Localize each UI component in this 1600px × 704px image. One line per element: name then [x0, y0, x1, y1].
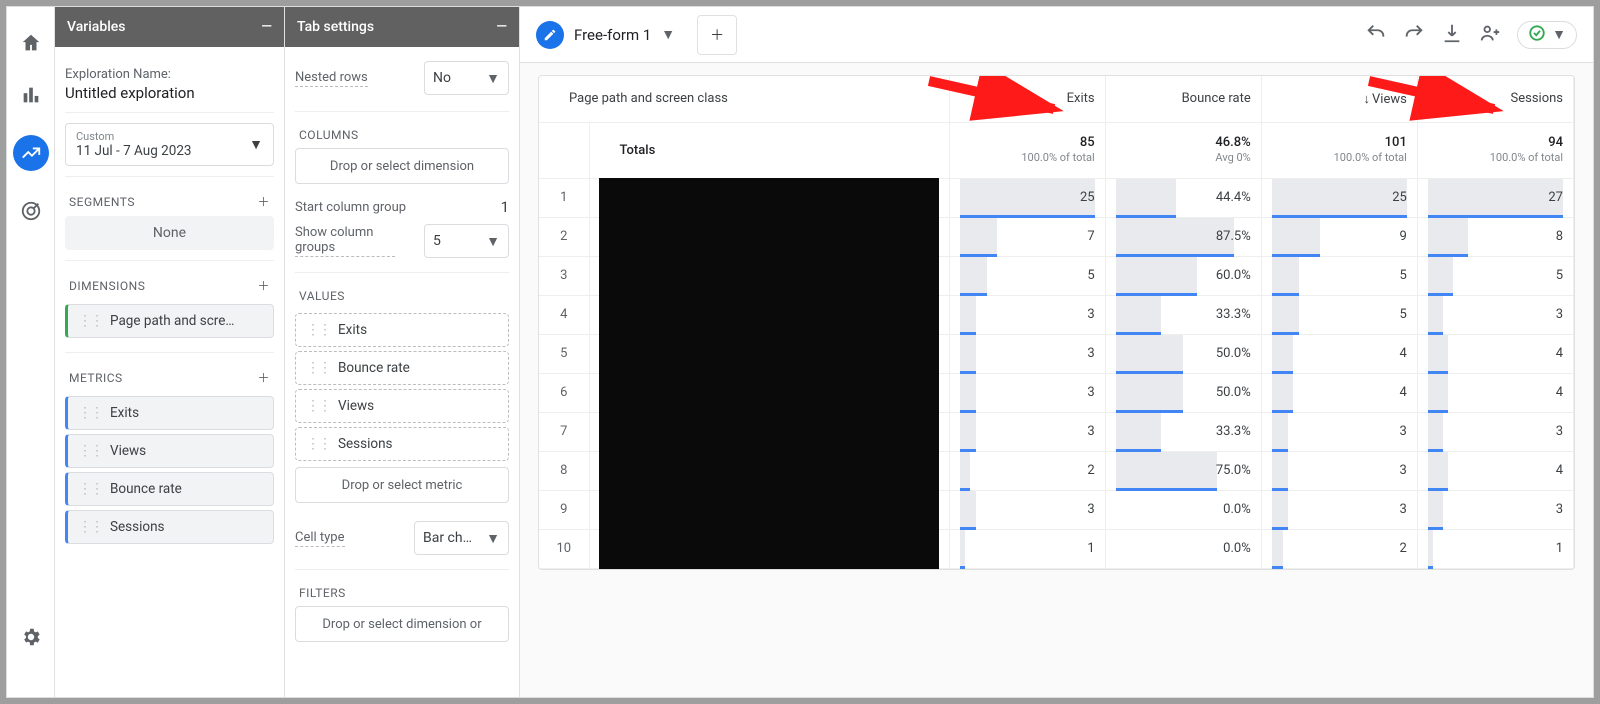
exploration-name[interactable]: Untitled exploration: [65, 84, 274, 102]
advertising-icon[interactable]: [19, 199, 43, 223]
chip-bounce-rate[interactable]: ⋮⋮Bounce rate: [295, 351, 509, 385]
grip-icon: ⋮⋮: [78, 313, 102, 329]
col-header-exits[interactable]: Exits: [949, 76, 1105, 122]
date-range-value: 11 Jul - 7 Aug 2023: [76, 143, 192, 159]
minimize-icon[interactable]: —: [261, 19, 272, 35]
check-circle-icon: [1528, 24, 1546, 46]
col-header-views[interactable]: Views: [1261, 76, 1417, 122]
segments-none[interactable]: None: [65, 216, 274, 250]
chip-views[interactable]: ⋮⋮Views: [295, 389, 509, 423]
grip-icon: ⋮⋮: [78, 443, 102, 459]
redo-icon[interactable]: [1403, 22, 1425, 48]
columns-section-label: COLUMNS: [299, 128, 359, 142]
grip-icon: ⋮⋮: [306, 398, 330, 414]
chip-sessions[interactable]: ⋮⋮Sessions: [295, 427, 509, 461]
tab-name: Free-form 1: [574, 26, 651, 44]
chevron-down-icon: ▼: [486, 530, 500, 547]
data-table: Page path and screen class Exits Bounce …: [538, 75, 1575, 570]
reports-icon[interactable]: [19, 83, 43, 107]
add-segment-button[interactable]: ＋: [257, 193, 270, 210]
download-icon[interactable]: [1441, 22, 1463, 48]
chip-page-path-and-scre-[interactable]: ⋮⋮Page path and scre…: [65, 304, 274, 338]
admin-gear-icon[interactable]: [19, 625, 43, 649]
minimize-icon[interactable]: —: [496, 19, 507, 35]
active-tab[interactable]: Free-form 1 ▼: [536, 21, 675, 49]
date-range-custom: Custom: [76, 130, 192, 143]
filters-droparea[interactable]: Drop or select dimension or: [295, 606, 509, 642]
chip-exits[interactable]: ⋮⋮Exits: [65, 396, 274, 430]
metrics-label: METRICS: [69, 371, 123, 385]
grip-icon: ⋮⋮: [306, 436, 330, 452]
grip-icon: ⋮⋮: [78, 405, 102, 421]
cell-type-select[interactable]: Bar ch…▼: [414, 521, 509, 555]
tab-settings-header: Tab settings: [297, 19, 374, 35]
chip-sessions[interactable]: ⋮⋮Sessions: [65, 510, 274, 544]
share-icon[interactable]: [1479, 22, 1501, 48]
grip-icon: ⋮⋮: [78, 481, 102, 497]
status-indicator[interactable]: ▼: [1517, 21, 1577, 49]
dimension-header[interactable]: Page path and screen class: [539, 76, 949, 122]
totals-2: 101100.0% of total: [1261, 122, 1417, 178]
chevron-down-icon: ▼: [486, 233, 500, 250]
redacted-paths: [599, 178, 939, 570]
columns-droparea[interactable]: Drop or select dimension: [295, 148, 509, 184]
edit-icon: [536, 21, 564, 49]
tab-settings-panel: Tab settings — Nested rows No▼ COLUMNS D…: [285, 7, 520, 697]
nested-rows-select[interactable]: No▼: [424, 61, 509, 95]
totals-1: 46.8%Avg 0%: [1105, 122, 1261, 178]
exploration-name-label: Exploration Name:: [65, 67, 274, 82]
totals-0: 85100.0% of total: [949, 122, 1105, 178]
chip-views[interactable]: ⋮⋮Views: [65, 434, 274, 468]
add-dimension-button[interactable]: ＋: [257, 277, 270, 294]
values-section-label: VALUES: [299, 289, 345, 303]
chevron-down-icon: ▼: [1552, 26, 1566, 43]
nested-rows-label: Nested rows: [295, 70, 368, 87]
chip-exits[interactable]: ⋮⋮Exits: [295, 313, 509, 347]
variables-header: Variables: [67, 19, 125, 35]
chevron-down-icon: ▼: [486, 70, 500, 87]
explore-canvas: Free-form 1 ▼ ＋ ▼ Page pat: [520, 7, 1593, 697]
totals-3: 94100.0% of total: [1417, 122, 1573, 178]
show-column-groups-label: Show column groups: [295, 225, 395, 257]
chip-bounce-rate[interactable]: ⋮⋮Bounce rate: [65, 472, 274, 506]
dimensions-label: DIMENSIONS: [69, 279, 145, 293]
date-range-select[interactable]: Custom 11 Jul - 7 Aug 2023 ▼: [65, 123, 274, 166]
segments-label: SEGMENTS: [69, 195, 135, 209]
col-header-sessions[interactable]: Sessions: [1417, 76, 1573, 122]
variables-panel: Variables — Exploration Name: Untitled e…: [55, 7, 285, 697]
totals-label: Totals: [620, 143, 949, 158]
explore-icon[interactable]: [13, 135, 49, 171]
add-metric-button[interactable]: ＋: [257, 369, 270, 386]
start-column-group-value: 1: [501, 198, 509, 216]
grip-icon: ⋮⋮: [306, 360, 330, 376]
grip-icon: ⋮⋮: [78, 519, 102, 535]
chevron-down-icon: ▼: [249, 136, 263, 153]
col-header-bounce[interactable]: Bounce rate: [1105, 76, 1261, 122]
sort-desc-icon: [1364, 92, 1373, 107]
home-icon[interactable]: [19, 31, 43, 55]
filters-section-label: FILTERS: [299, 586, 346, 600]
nav-rail: [7, 7, 55, 697]
grip-icon: ⋮⋮: [306, 322, 330, 338]
undo-icon[interactable]: [1365, 22, 1387, 48]
show-column-groups-select[interactable]: 5▼: [424, 224, 509, 258]
start-column-group-label: Start column group: [295, 200, 406, 215]
add-tab-button[interactable]: ＋: [697, 15, 737, 55]
chevron-down-icon[interactable]: ▼: [661, 26, 675, 43]
values-droparea[interactable]: Drop or select metric: [295, 467, 509, 503]
cell-type-label: Cell type: [295, 530, 345, 547]
